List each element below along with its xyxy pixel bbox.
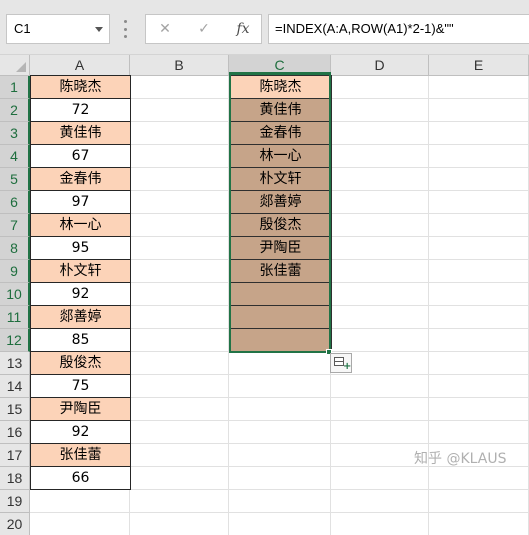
row-header-10[interactable]: 10 <box>0 283 30 306</box>
row-header-8[interactable]: 8 <box>0 237 30 260</box>
cell-c1[interactable]: 陈晓杰 <box>229 75 332 99</box>
column-header-b[interactable]: B <box>130 55 229 76</box>
column-header-c[interactable]: C <box>229 55 331 76</box>
cell-c3[interactable]: 金春伟 <box>229 121 332 145</box>
row-header-4[interactable]: 4 <box>0 145 30 168</box>
cell-c12[interactable] <box>229 328 332 352</box>
row-header-5[interactable]: 5 <box>0 168 30 191</box>
row-header-6[interactable]: 6 <box>0 191 30 214</box>
select-all-corner[interactable] <box>0 55 30 76</box>
row-header-19[interactable]: 19 <box>0 490 30 513</box>
formula-input[interactable]: =INDEX(A:A,ROW(A1)*2-1)&"" <box>268 14 529 44</box>
cell-a13[interactable]: 殷俊杰 <box>30 351 131 375</box>
cell-a2[interactable]: 72 <box>30 98 131 122</box>
cell-c11[interactable] <box>229 305 332 329</box>
formula-bar: C1 ✕ ✓ fx =INDEX(A:A,ROW(A1)*2-1)&"" <box>0 0 529 55</box>
row-header-1[interactable]: 1 <box>0 76 30 99</box>
row-header-3[interactable]: 3 <box>0 122 30 145</box>
row-header-15[interactable]: 15 <box>0 398 30 421</box>
cell-c5[interactable]: 朴文轩 <box>229 167 332 191</box>
cell-a12[interactable]: 85 <box>30 328 131 352</box>
cell-a11[interactable]: 郯善婷 <box>30 305 131 329</box>
cell-a10[interactable]: 92 <box>30 282 131 306</box>
cell-a7[interactable]: 林一心 <box>30 213 131 237</box>
column-header-a[interactable]: A <box>30 55 130 76</box>
cell-a9[interactable]: 朴文轩 <box>30 259 131 283</box>
cell-c6[interactable]: 郯善婷 <box>229 190 332 214</box>
column-header-e[interactable]: E <box>429 55 529 76</box>
gridline-horizontal <box>30 512 529 513</box>
cancel-icon[interactable]: ✕ <box>150 15 180 43</box>
cell-c8[interactable]: 尹陶臣 <box>229 236 332 260</box>
row-header-7[interactable]: 7 <box>0 214 30 237</box>
cell-a5[interactable]: 金春伟 <box>30 167 131 191</box>
row-header-12[interactable]: 12 <box>0 329 30 352</box>
name-box-value: C1 <box>14 21 31 36</box>
row-header-16[interactable]: 16 <box>0 421 30 444</box>
cell-a17[interactable]: 张佳蕾 <box>30 443 131 467</box>
row-header-14[interactable]: 14 <box>0 375 30 398</box>
row-header-9[interactable]: 9 <box>0 260 30 283</box>
cell-a15[interactable]: 尹陶臣 <box>30 397 131 421</box>
row-header-17[interactable]: 17 <box>0 444 30 467</box>
row-header-2[interactable]: 2 <box>0 99 30 122</box>
name-box[interactable]: C1 <box>6 14 110 44</box>
cell-c10[interactable] <box>229 282 332 306</box>
row-header-20[interactable]: 20 <box>0 513 30 535</box>
cell-a16[interactable]: 92 <box>30 420 131 444</box>
enter-icon[interactable]: ✓ <box>189 15 219 43</box>
row-header-11[interactable]: 11 <box>0 306 30 329</box>
formula-controls: ✕ ✓ fx <box>145 14 262 44</box>
cell-c9[interactable]: 张佳蕾 <box>229 259 332 283</box>
cell-a3[interactable]: 黄佳伟 <box>30 121 131 145</box>
cell-a18[interactable]: 66 <box>30 466 131 490</box>
cell-a14[interactable]: 75 <box>30 374 131 398</box>
cell-c7[interactable]: 殷俊杰 <box>229 213 332 237</box>
cell-c4[interactable]: 林一心 <box>229 144 332 168</box>
formula-bar-splitter[interactable] <box>123 20 127 38</box>
insert-function-icon[interactable]: fx <box>228 15 258 43</box>
row-header-13[interactable]: 13 <box>0 352 30 375</box>
cell-a8[interactable]: 95 <box>30 236 131 260</box>
watermark: 知乎 @KLAUS <box>414 451 507 467</box>
cell-c2[interactable]: 黄佳伟 <box>229 98 332 122</box>
cell-a4[interactable]: 67 <box>30 144 131 168</box>
cell-a6[interactable]: 97 <box>30 190 131 214</box>
column-header-d[interactable]: D <box>331 55 429 76</box>
chevron-down-icon[interactable] <box>95 27 103 32</box>
auto-fill-options-button[interactable]: + <box>330 353 352 373</box>
cell-a1[interactable]: 陈晓杰 <box>30 75 131 99</box>
row-header-18[interactable]: 18 <box>0 467 30 490</box>
